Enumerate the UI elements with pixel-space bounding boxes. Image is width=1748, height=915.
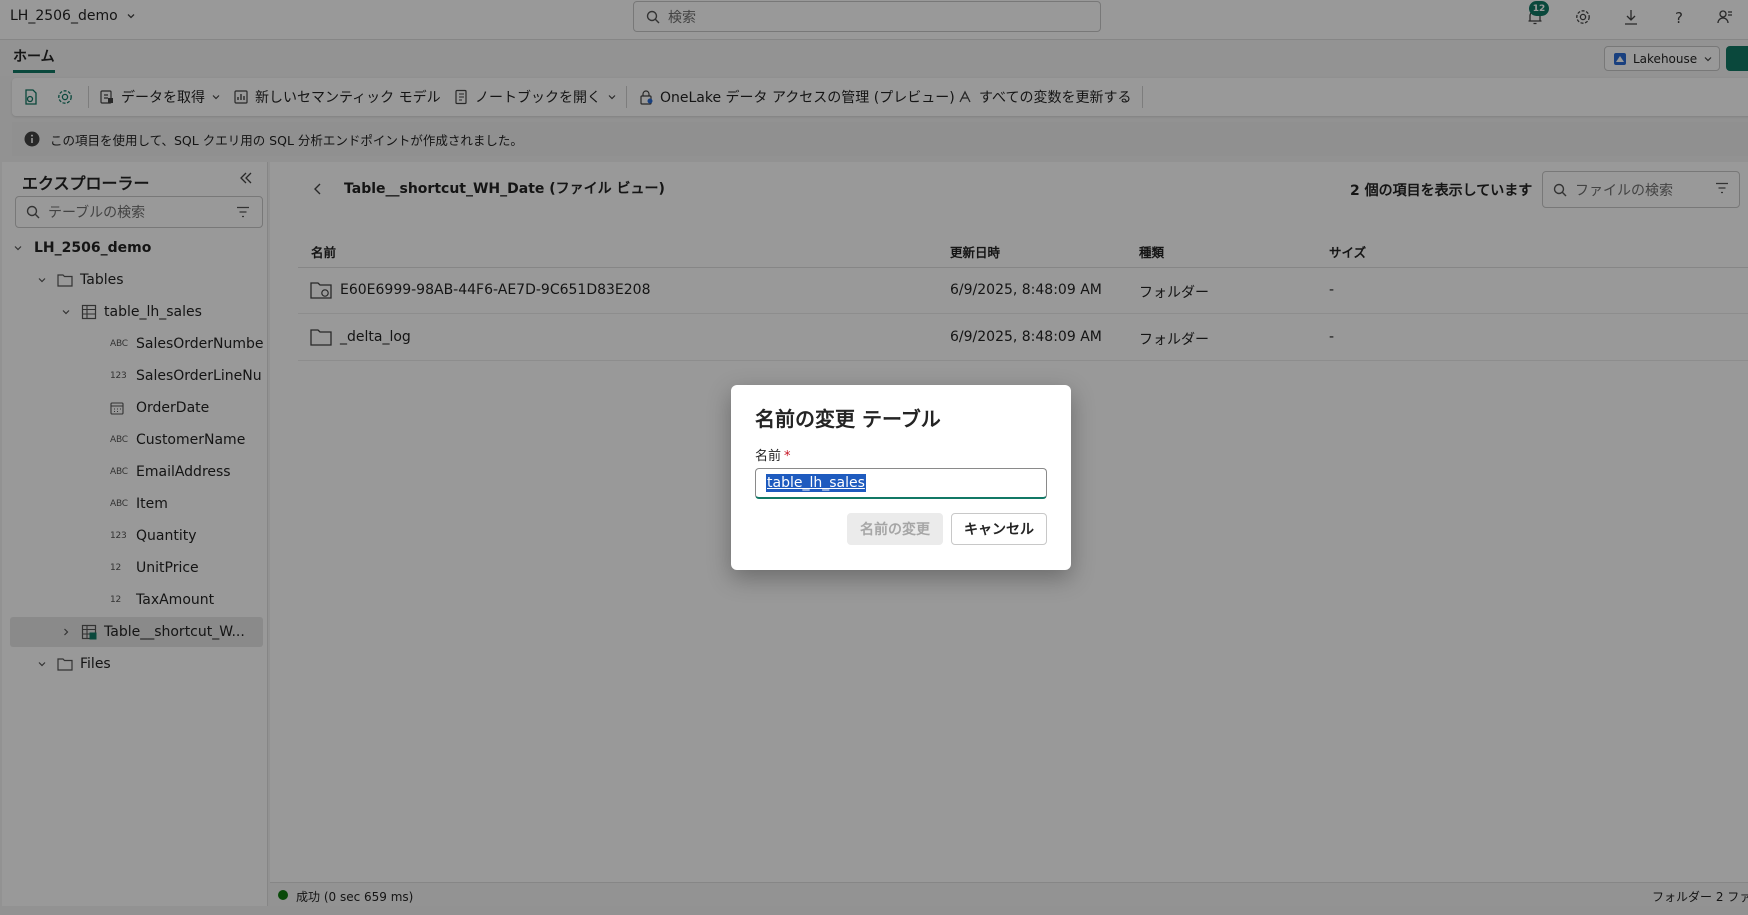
rename-table-dialog: 名前の変更 テーブル 名前 * table_lh_sales 名前の変更 キャンセ…	[731, 385, 1071, 570]
name-label-text: 名前	[755, 449, 782, 464]
table-name-input-value: table_lh_sales	[766, 474, 866, 492]
name-field-label: 名前 *	[755, 445, 791, 464]
cancel-button[interactable]: キャンセル	[951, 513, 1047, 545]
required-marker: *	[784, 449, 791, 464]
rename-button[interactable]: 名前の変更	[847, 513, 943, 545]
dialog-title: 名前の変更 テーブル	[755, 407, 941, 431]
table-name-input[interactable]: table_lh_sales	[755, 468, 1047, 499]
